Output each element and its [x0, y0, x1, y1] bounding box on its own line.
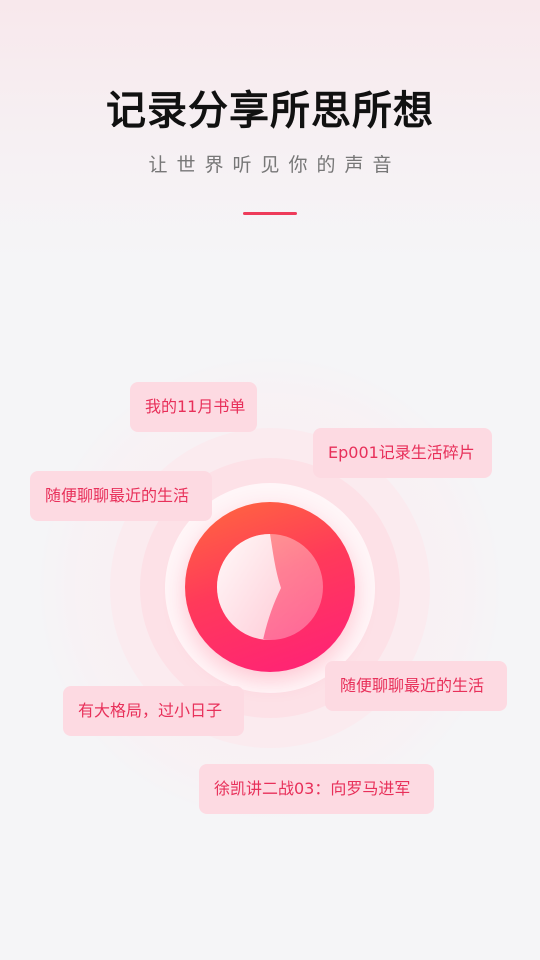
topic-tag[interactable]: 随便聊聊最近的生活 — [30, 471, 212, 521]
record-mic-icon — [217, 534, 323, 640]
page-subtitle: 让世界听见你的声音 — [148, 154, 401, 176]
topic-tag[interactable]: 徐凯讲二战03：向罗马进军 — [199, 764, 434, 814]
topic-tag[interactable]: 随便聊聊最近的生活 — [325, 661, 507, 711]
topic-tag[interactable]: 有大格局，过小日子 — [63, 686, 244, 736]
title-divider — [243, 212, 297, 215]
record-button[interactable] — [185, 502, 355, 672]
topic-tag[interactable]: 我的11月书单 — [130, 382, 257, 432]
page-title: 记录分享所思所想 — [106, 88, 434, 134]
topic-tag[interactable]: Ep001记录生活碎片 — [313, 428, 492, 478]
